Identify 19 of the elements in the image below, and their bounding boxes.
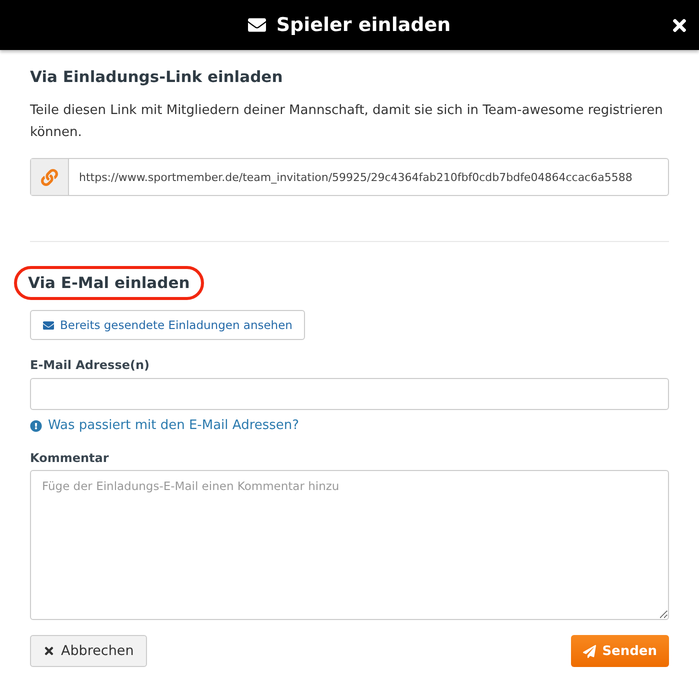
paper-plane-icon xyxy=(583,644,596,658)
link-icon xyxy=(31,159,69,195)
info-icon xyxy=(30,420,42,432)
help-link[interactable]: Was passiert mit den E-Mail Adressen? xyxy=(30,418,300,433)
cancel-button[interactable]: Abbrechen xyxy=(30,635,147,667)
close-icon xyxy=(43,645,55,657)
close-button[interactable] xyxy=(670,16,689,35)
description-text: Teile diesen Link mit Mitgliedern deiner Mannschaft, damit sie sich in Team-awesome registrieren können. xyxy=(30,102,664,142)
sent-invitations-button[interactable]: Bereits gesendete Einladungen ansehen xyxy=(30,310,306,340)
section-heading: Via Einladungs-Link einladen xyxy=(30,68,283,86)
comment-textarea[interactable]: Füge der Einladungs-E-Mail einen Kommentar hinzu xyxy=(30,470,669,620)
field-label: Kommentar xyxy=(30,451,110,465)
envelope-icon xyxy=(248,16,266,34)
field-label: E-Mail Adresse(n) xyxy=(30,358,150,372)
email-input[interactable] xyxy=(30,378,669,410)
section-heading: Via E-Mal einladen xyxy=(14,266,204,300)
link-field[interactable]: https://www.sportmember.de/team_invitation/59925/29c4364fab210fbf0cdb7bdfe04864ccac6a5588 xyxy=(30,158,669,196)
title-text: Spieler einladen xyxy=(276,14,451,36)
envelope-icon xyxy=(43,320,54,330)
